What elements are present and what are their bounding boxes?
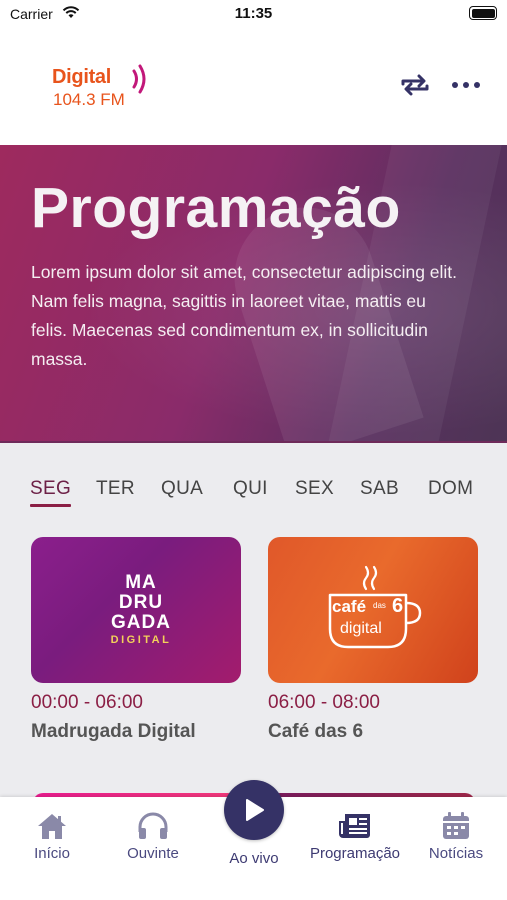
program-time: 00:00 - 06:00 (31, 692, 143, 713)
repeat-icon (401, 74, 429, 96)
program-image: café das 6 digital (268, 537, 478, 683)
page-title: Programação (31, 176, 401, 240)
radio-logo[interactable]: Digital 104.3 FM (52, 63, 162, 113)
tab-qua[interactable]: QUA (161, 478, 203, 500)
calendar-icon (443, 812, 469, 839)
nav-ao-vivo-label[interactable]: Ao vivo (204, 850, 304, 867)
nav-programacao[interactable]: Programação (305, 811, 405, 862)
home-icon (38, 814, 66, 839)
headphones-icon (138, 812, 168, 839)
logo-word: Digital (52, 66, 112, 88)
program-card-madrugada[interactable]: MA DRU GADA DIGITAL 00:00 - 06:00 Madrug… (31, 537, 241, 743)
more-icon (452, 82, 480, 88)
program-time: 06:00 - 08:00 (268, 692, 380, 713)
newspaper-icon (339, 814, 370, 838)
cafe-logo: café das 6 digital (326, 565, 426, 655)
coffee-steam-icon (362, 565, 378, 591)
program-image: MA DRU GADA DIGITAL (31, 537, 241, 683)
madrugada-logo: MA DRU GADA DIGITAL (110, 572, 172, 647)
tab-seg[interactable]: SEG (30, 478, 71, 500)
hero-banner: Programação Lorem ipsum dolor sit amet, … (0, 145, 507, 443)
program-card-cafe[interactable]: café das 6 digital 06:00 - 08:00 Café da… (268, 537, 478, 743)
divider (0, 441, 507, 443)
nav-ouvinte[interactable]: Ouvinte (103, 811, 203, 862)
tab-qui[interactable]: QUI (233, 478, 268, 500)
tab-sab[interactable]: SAB (360, 478, 399, 500)
nav-noticias[interactable]: Notícias (406, 811, 506, 862)
status-time: 11:35 (234, 5, 273, 22)
repeat-button[interactable] (397, 70, 433, 100)
bottom-nav: Início Ouvinte Ao vivo Programação Notíc… (0, 780, 507, 900)
more-button[interactable] (448, 70, 484, 100)
nav-inicio[interactable]: Início (2, 811, 102, 862)
play-icon (246, 799, 264, 821)
logo-frequency: 104.3 FM (53, 90, 125, 109)
active-tab-indicator (30, 504, 71, 507)
tab-dom[interactable]: DOM (428, 478, 473, 500)
program-title: Café das 6 (268, 721, 364, 742)
status-bar: Carrier 11:35 (0, 0, 507, 30)
program-title: Madrugada Digital (31, 721, 196, 742)
broadcast-waves-icon (132, 64, 146, 94)
battery-icon (469, 6, 497, 20)
tab-ter[interactable]: TER (96, 478, 135, 500)
play-button[interactable] (224, 780, 284, 840)
app-header: Digital 104.3 FM (0, 30, 507, 145)
day-tabs: SEG TER QUA QUI SEX SAB DOM (0, 470, 507, 510)
page-description: Lorem ipsum dolor sit amet, consectetur … (31, 262, 458, 369)
tab-sex[interactable]: SEX (295, 478, 334, 500)
